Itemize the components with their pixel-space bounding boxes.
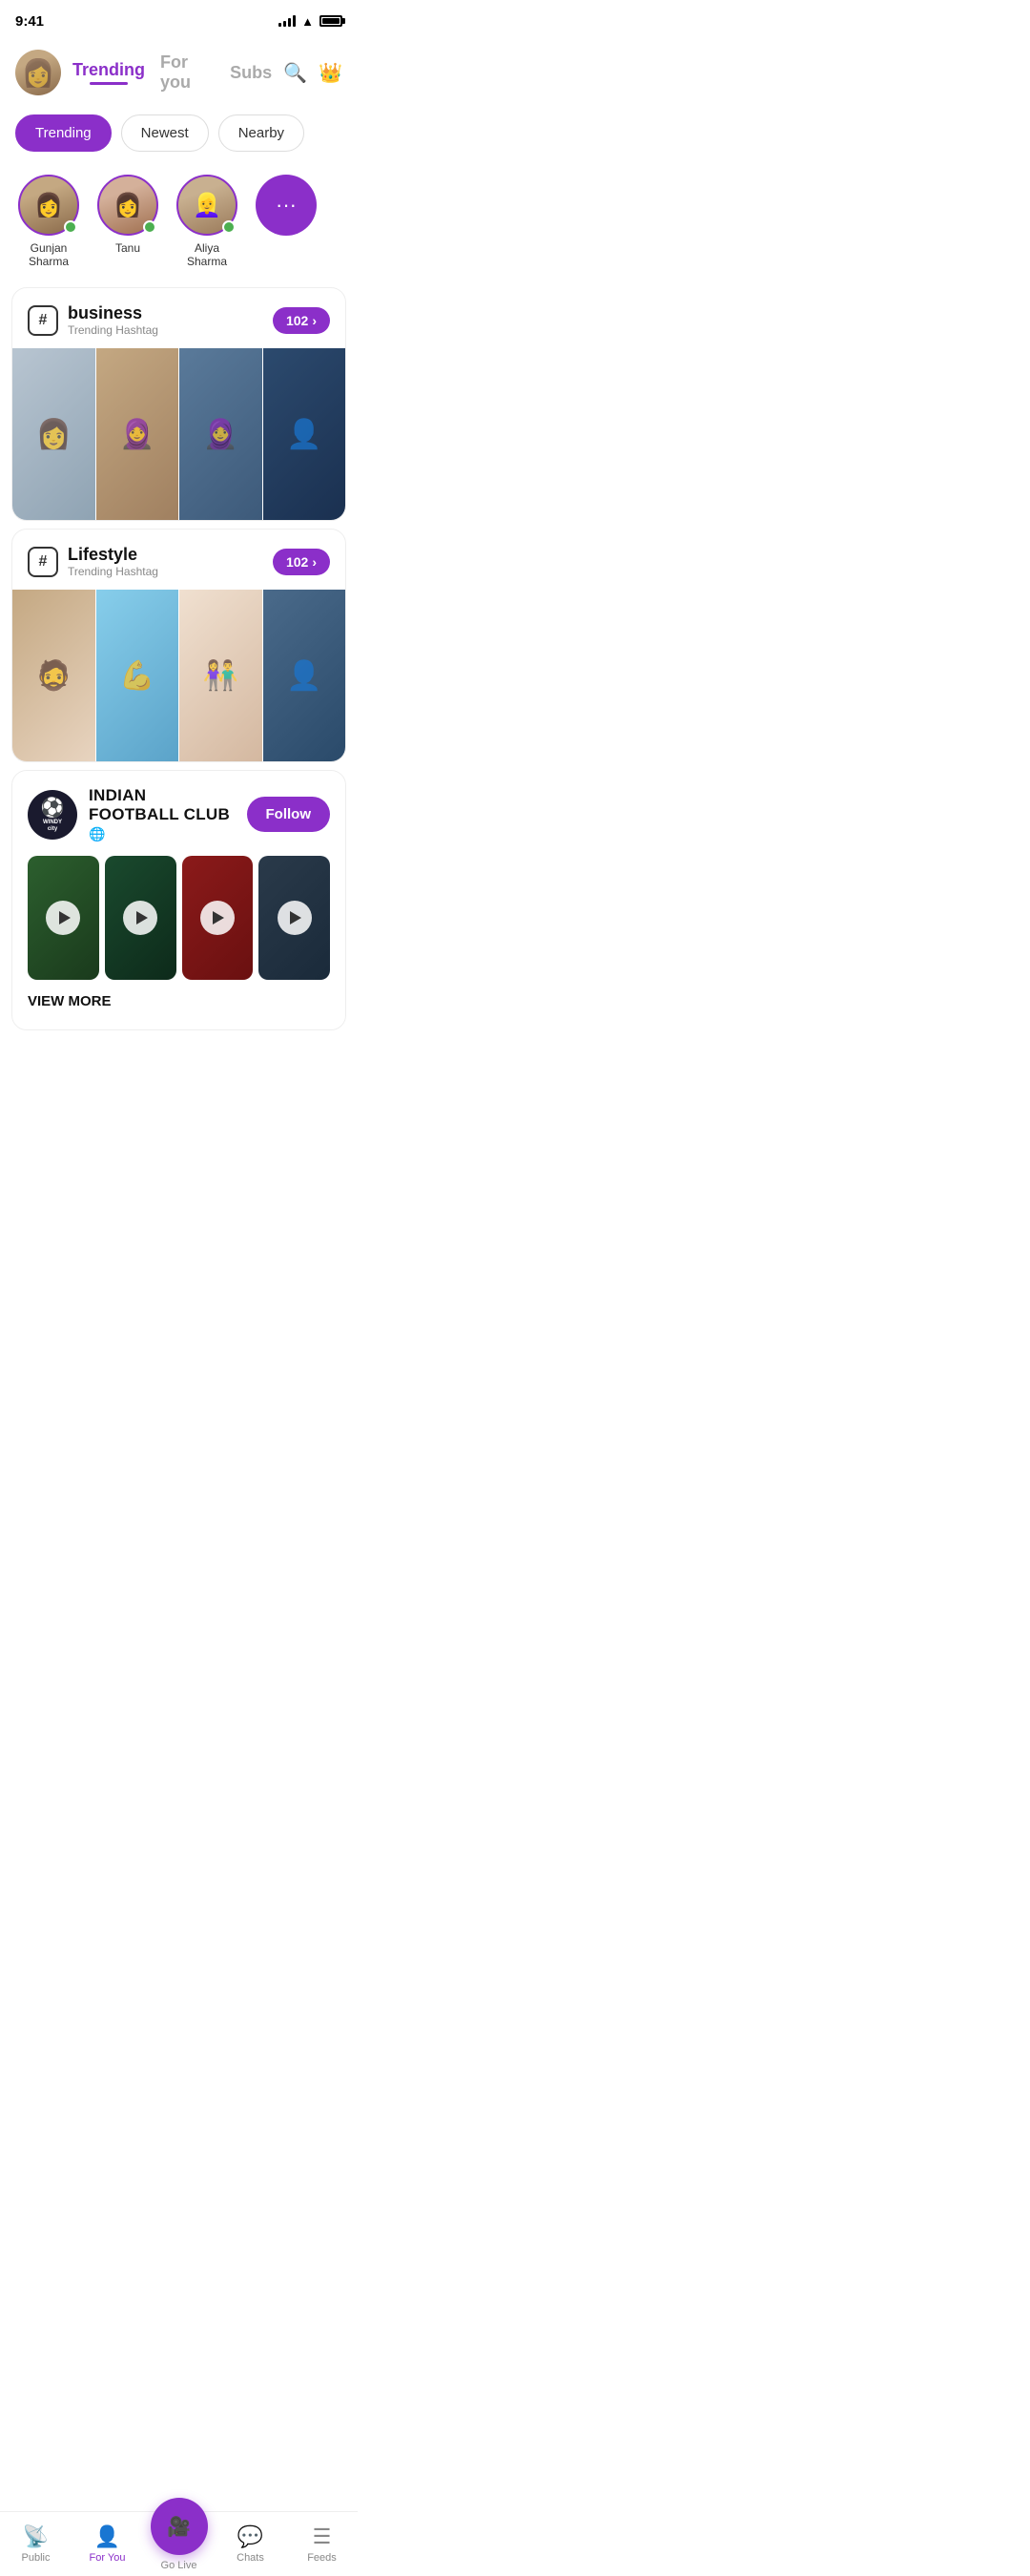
- play-triangle-icon: [213, 911, 224, 924]
- count-badge[interactable]: 102 ›: [273, 307, 330, 334]
- story-avatar-wrap: 👱‍♀️: [176, 175, 237, 236]
- section-title: Lifestyle: [68, 545, 263, 565]
- story-more-item[interactable]: ···: [256, 175, 317, 236]
- nav-label-for-you: For You: [90, 2552, 126, 2564]
- club-info: INDIAN FOOTBALL CLUB 🌐: [89, 786, 236, 842]
- story-name: Aliya Sharma: [174, 241, 240, 268]
- club-video-thumb[interactable]: [105, 856, 176, 980]
- club-logo-text: WINDYcity: [43, 820, 62, 832]
- nav-item-go-live[interactable]: 🎥 Go Live: [143, 2509, 215, 2576]
- photo-thumb[interactable]: 👤: [263, 590, 346, 761]
- section-subtitle: Trending Hashtag: [68, 565, 263, 578]
- nav-label-feeds: Feeds: [307, 2552, 337, 2564]
- section-header: # Lifestyle Trending Hashtag 102 ›: [12, 545, 345, 590]
- club-header: ⚽ WINDYcity INDIAN FOOTBALL CLUB 🌐 Follo…: [28, 786, 330, 842]
- story-more-button[interactable]: ···: [256, 175, 317, 236]
- photo-thumb[interactable]: 🧔: [12, 590, 96, 761]
- public-icon: 📡: [23, 2524, 49, 2549]
- photo-thumb[interactable]: 💪: [96, 590, 180, 761]
- crown-icon[interactable]: 👑: [319, 61, 342, 85]
- play-button[interactable]: [123, 901, 157, 935]
- story-item[interactable]: 👱‍♀️ Aliya Sharma: [174, 175, 240, 268]
- photo-thumb[interactable]: 🧕: [96, 348, 180, 520]
- header-nav: Trending For you Subs: [72, 52, 272, 93]
- tab-subs[interactable]: Subs: [230, 63, 272, 83]
- hashtag-icon: #: [28, 547, 58, 577]
- section-title-wrap: Lifestyle Trending Hashtag: [68, 545, 263, 578]
- nav-item-for-you[interactable]: 👤 For You: [72, 2517, 143, 2571]
- online-dot: [222, 220, 236, 234]
- club-video-thumb[interactable]: [28, 856, 99, 980]
- photo-thumb[interactable]: 👤: [263, 348, 346, 520]
- section-header: # business Trending Hashtag 102 ›: [12, 303, 345, 348]
- club-logo: ⚽ WINDYcity: [28, 790, 77, 840]
- club-video-thumb[interactable]: [258, 856, 330, 980]
- photo-thumb[interactable]: 👫: [179, 590, 263, 761]
- filter-row: Trending Newest Nearby: [0, 103, 358, 163]
- play-button[interactable]: [200, 901, 235, 935]
- online-dot: [143, 220, 156, 234]
- chats-icon: 💬: [237, 2524, 263, 2549]
- section-title: business: [68, 303, 263, 323]
- filter-newest[interactable]: Newest: [121, 114, 209, 152]
- club-videos: [28, 856, 330, 980]
- section-title-wrap: business Trending Hashtag: [68, 303, 263, 337]
- feeds-icon: ☰: [313, 2524, 332, 2549]
- header-icons: 🔍 👑: [283, 61, 342, 85]
- photo-thumb[interactable]: 🧕: [179, 348, 263, 520]
- online-dot: [64, 220, 77, 234]
- view-more-button[interactable]: VIEW MORE: [28, 993, 112, 1009]
- status-bar: 9:41 ▲: [0, 0, 358, 42]
- story-name: Tanu: [115, 241, 140, 255]
- club-logo-shield: ⚽: [41, 796, 65, 820]
- bottom-nav: 📡 Public 👤 For You 🎥 Go Live 💬 Chats ☰ F…: [0, 2511, 358, 2576]
- battery-icon: [319, 15, 342, 27]
- status-icons: ▲: [278, 14, 342, 29]
- follow-button[interactable]: Follow: [247, 797, 331, 832]
- hashtag-icon: #: [28, 305, 58, 336]
- photos-row: 👩 🧕 🧕 👤: [12, 348, 345, 520]
- club-video-thumb[interactable]: [182, 856, 254, 980]
- view-more-row: VIEW MORE: [28, 980, 330, 1014]
- story-name: Gunjan Sharma: [15, 241, 82, 268]
- nav-item-public[interactable]: 📡 Public: [0, 2517, 72, 2571]
- story-item[interactable]: 👩 Tanu: [97, 175, 158, 255]
- play-triangle-icon: [290, 911, 301, 924]
- nav-item-feeds[interactable]: ☰ Feeds: [286, 2517, 358, 2571]
- app-header: 👩 Trending For you Subs 🔍 👑: [0, 42, 358, 103]
- story-item[interactable]: 👩 Gunjan Sharma: [15, 175, 82, 268]
- play-button[interactable]: [46, 901, 80, 935]
- play-triangle-icon: [136, 911, 148, 924]
- club-type: 🌐: [89, 826, 236, 842]
- section-subtitle: Trending Hashtag: [68, 323, 263, 337]
- play-triangle-icon: [59, 911, 71, 924]
- photo-thumb[interactable]: 👩: [12, 348, 96, 520]
- photos-row: 🧔 💪 👫 👤: [12, 590, 345, 761]
- club-card: ⚽ WINDYcity INDIAN FOOTBALL CLUB 🌐 Follo…: [11, 770, 346, 1030]
- nav-label-chats: Chats: [237, 2552, 264, 2564]
- filter-nearby[interactable]: Nearby: [218, 114, 304, 152]
- nav-item-chats[interactable]: 💬 Chats: [215, 2517, 286, 2571]
- status-time: 9:41: [15, 13, 44, 30]
- club-name: INDIAN FOOTBALL CLUB: [89, 786, 236, 824]
- wifi-icon: ▲: [301, 14, 314, 29]
- signal-bars-icon: [278, 15, 296, 27]
- play-button[interactable]: [278, 901, 312, 935]
- search-icon[interactable]: 🔍: [283, 61, 307, 85]
- story-avatar-wrap: 👩: [18, 175, 79, 236]
- tab-for-you[interactable]: For you: [160, 52, 215, 93]
- tab-trending[interactable]: Trending: [72, 60, 145, 85]
- go-live-icon: 🎥: [167, 2515, 191, 2539]
- for-you-icon: 👤: [94, 2524, 120, 2549]
- story-avatar-wrap: 👩: [97, 175, 158, 236]
- count-badge[interactable]: 102 ›: [273, 549, 330, 575]
- filter-trending[interactable]: Trending: [15, 114, 112, 152]
- hashtag-section-business: # business Trending Hashtag 102 › 👩 🧕 🧕 …: [11, 287, 346, 521]
- nav-label-public: Public: [22, 2552, 51, 2564]
- stories-row: 👩 Gunjan Sharma 👩 Tanu 👱‍♀️ Aliya Sharma…: [0, 163, 358, 280]
- nav-label-go-live: Go Live: [161, 2560, 197, 2571]
- user-avatar[interactable]: 👩: [15, 50, 61, 95]
- go-live-button[interactable]: 🎥: [151, 2498, 208, 2555]
- hashtag-section-lifestyle: # Lifestyle Trending Hashtag 102 › 🧔 💪 👫…: [11, 529, 346, 762]
